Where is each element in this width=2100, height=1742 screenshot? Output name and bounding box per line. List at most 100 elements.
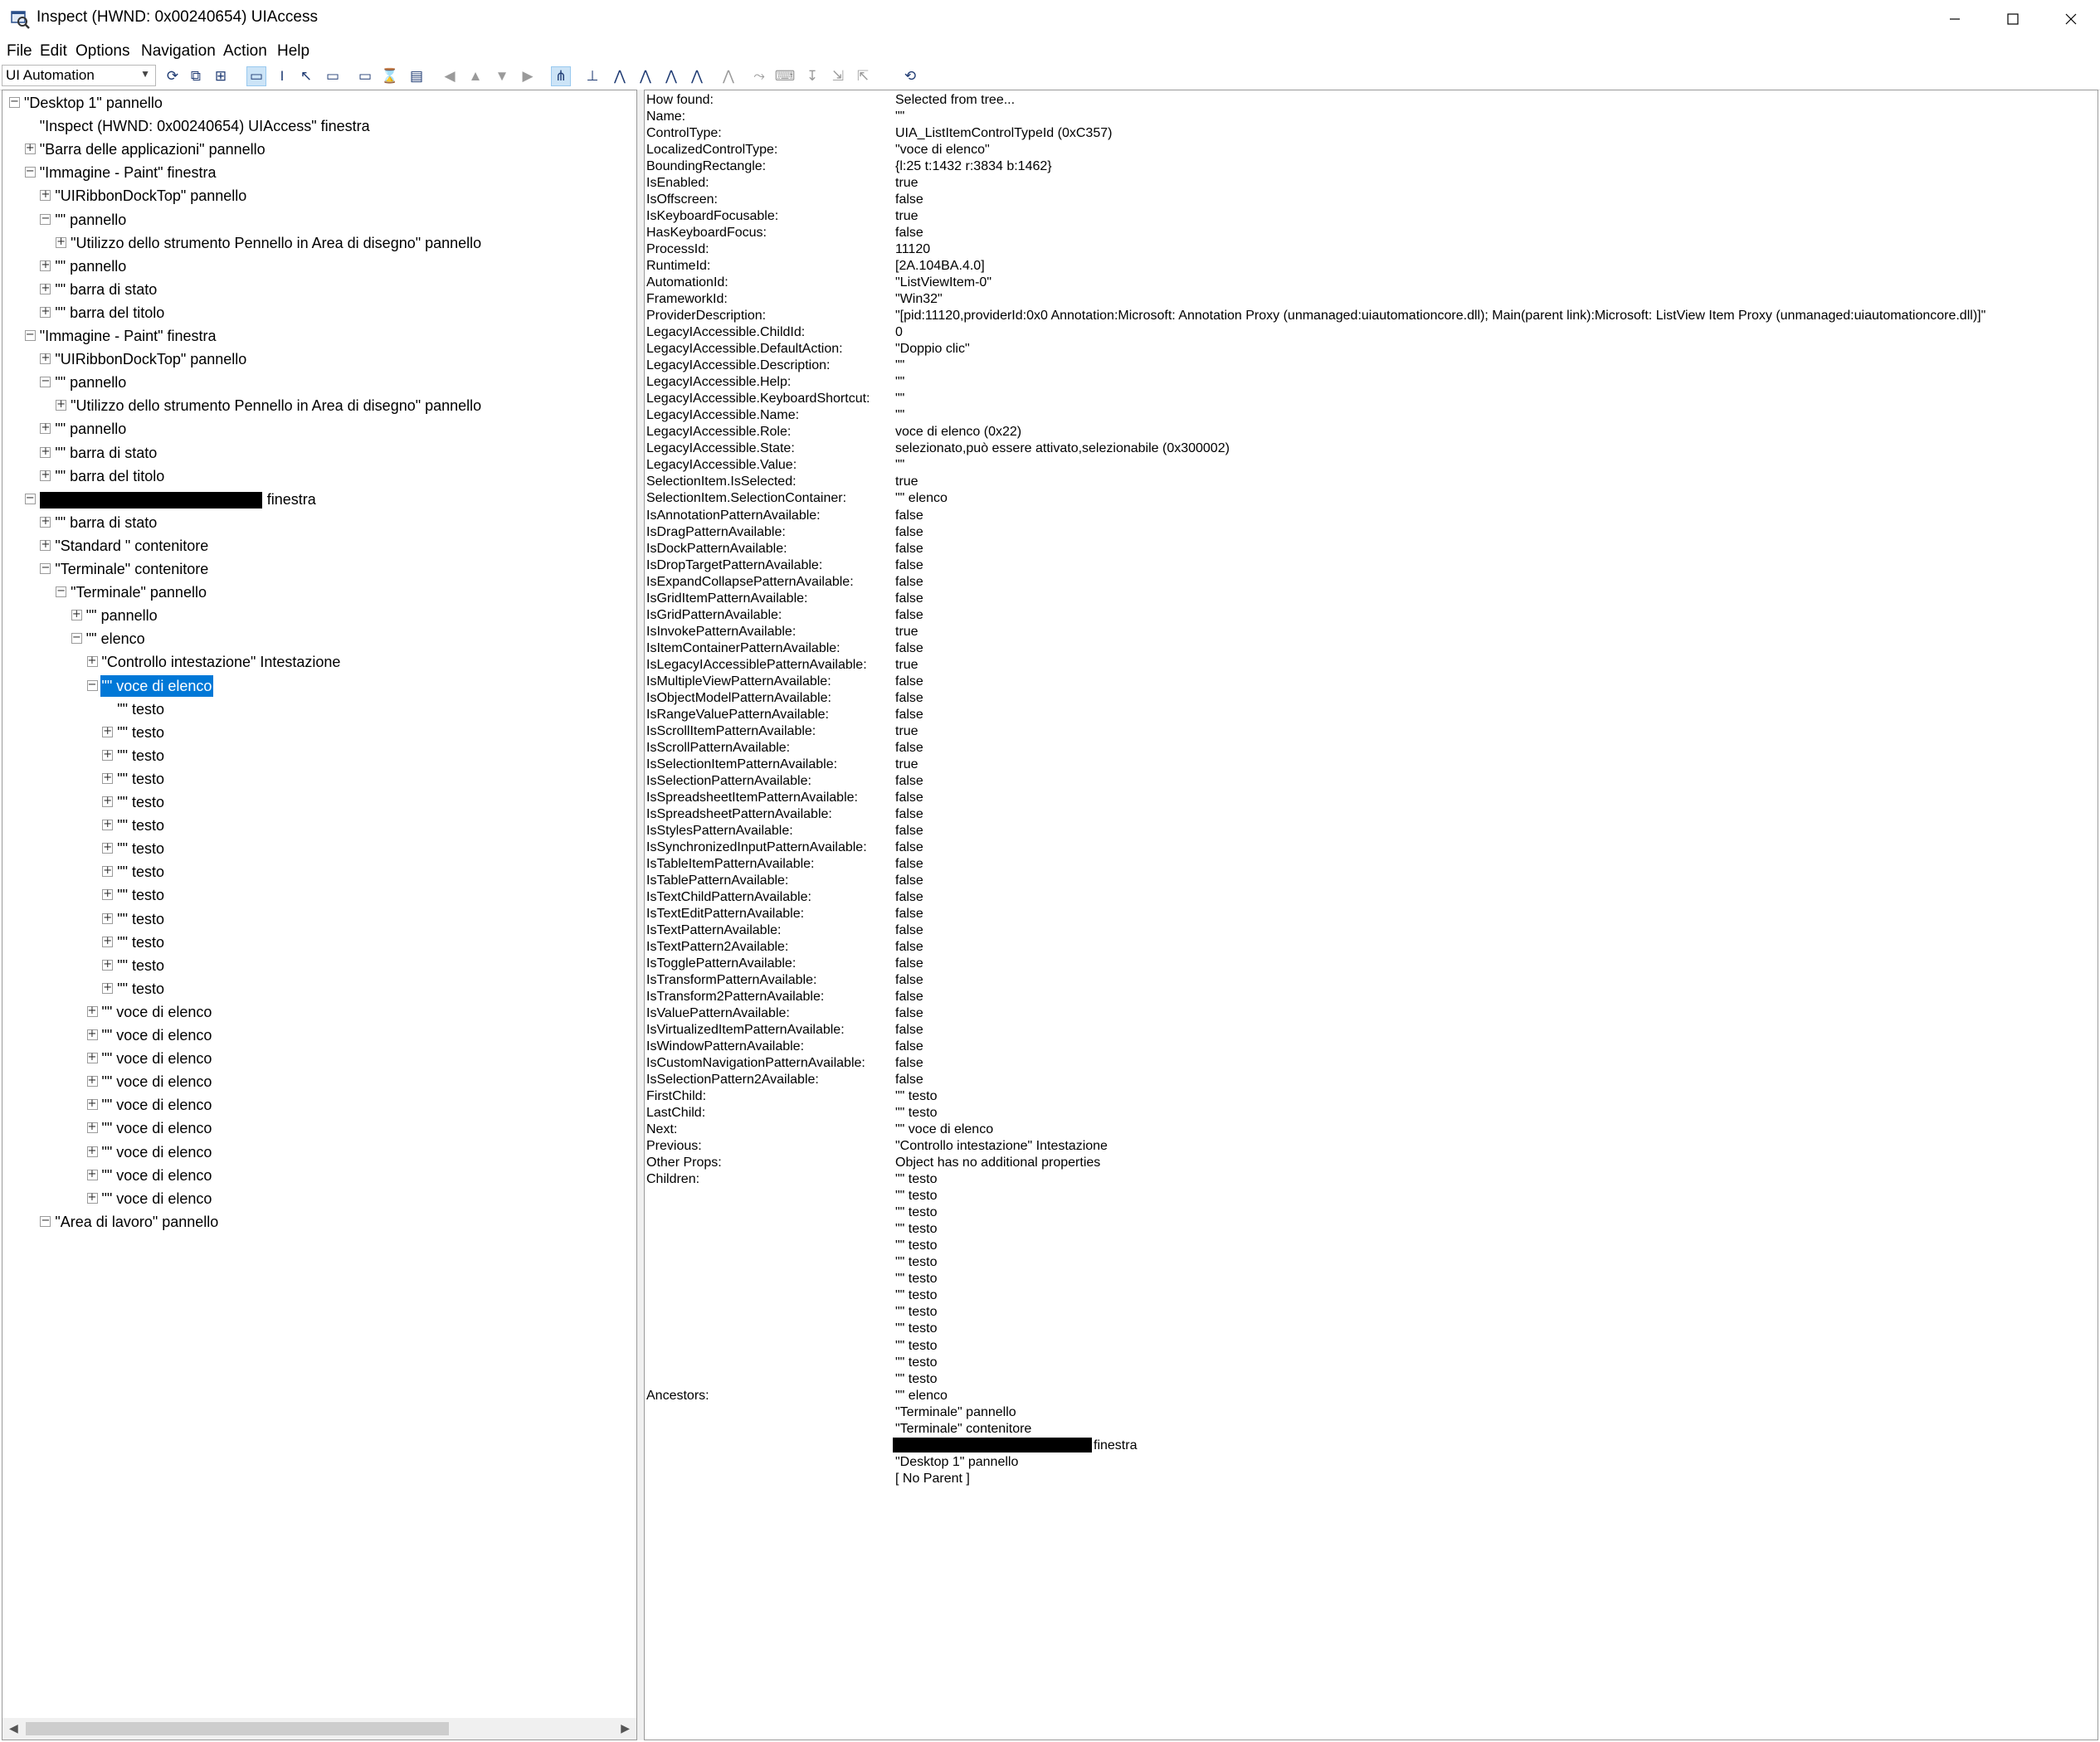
expand-icon[interactable]: + <box>102 982 114 994</box>
first-icon[interactable]: ⋀ <box>610 66 630 86</box>
expand-icon[interactable]: + <box>102 842 114 854</box>
pane-splitter[interactable] <box>637 90 644 1740</box>
next-sibling-icon[interactable]: ▶ <box>518 66 538 86</box>
expand-icon[interactable]: + <box>102 959 114 971</box>
expand-icon[interactable]: + <box>102 865 114 878</box>
expand-icon[interactable]: + <box>86 1029 98 1040</box>
collapse-icon[interactable]: − <box>56 586 67 598</box>
property-name: ProcessId: <box>646 242 709 257</box>
tree-node-label: "" pannello <box>85 607 158 625</box>
back-icon[interactable]: ◀ <box>440 66 460 86</box>
scroll-right-icon[interactable]: ▶ <box>621 1721 630 1735</box>
focus-icon[interactable]: ↧ <box>802 66 822 86</box>
menu-help[interactable]: Help <box>277 42 309 61</box>
expand-icon[interactable]: + <box>86 1098 98 1111</box>
expand-icon[interactable]: + <box>86 1052 98 1064</box>
expand-icon[interactable]: + <box>102 796 114 807</box>
next-icon[interactable]: ⋀ <box>661 66 681 86</box>
copy-icon[interactable]: ⧉ <box>186 66 206 86</box>
root-icon[interactable]: ⋀ <box>719 66 738 86</box>
scrollbar-thumb[interactable] <box>26 1722 449 1735</box>
expand-icon[interactable]: + <box>40 446 51 458</box>
expand-icon[interactable]: + <box>102 912 114 924</box>
keyboard-icon[interactable]: ⌨ <box>775 66 796 86</box>
expand-icon[interactable]: + <box>102 772 114 784</box>
expand-icon[interactable]: ⇲ <box>828 66 848 86</box>
watch-cursor-icon[interactable]: ↖ <box>296 66 316 86</box>
menu-navigation[interactable]: Navigation <box>141 42 216 61</box>
expand-icon[interactable]: + <box>40 283 51 294</box>
expand-icon[interactable]: + <box>86 1005 98 1017</box>
mode-select[interactable]: UI Automation ▼ <box>2 65 156 86</box>
expand-icon[interactable]: + <box>102 888 114 901</box>
ancestor-icon[interactable]: ⊥ <box>582 66 602 86</box>
copy-tree-icon[interactable]: ⊞ <box>211 66 231 86</box>
expand-icon[interactable]: + <box>86 1146 98 1157</box>
property-value: true <box>895 176 918 191</box>
properties-pane[interactable]: How found: Selected from tree... Name: "" Co… <box>644 90 2098 1740</box>
watch-focus-icon[interactable]: ▭ <box>246 66 266 86</box>
show-rectangle-icon[interactable]: ⌛ <box>380 66 400 86</box>
redacted-block <box>893 1438 1092 1453</box>
menu-file[interactable]: File <box>7 42 32 61</box>
expand-icon[interactable]: + <box>102 936 114 947</box>
expand-icon[interactable]: + <box>40 516 51 528</box>
collapse-icon[interactable]: − <box>24 329 36 341</box>
expand-icon[interactable]: + <box>86 1122 98 1134</box>
expand-icon[interactable]: + <box>40 470 51 481</box>
expand-icon[interactable]: + <box>40 353 51 365</box>
expand-icon[interactable]: + <box>71 609 82 621</box>
first-child-icon[interactable]: ▼ <box>492 66 512 86</box>
show-highlight-icon[interactable]: ▭ <box>355 66 375 86</box>
expand-icon[interactable]: + <box>102 749 114 761</box>
collapse-icon[interactable]: ⇱ <box>853 66 873 86</box>
maximize-button[interactable] <box>1984 0 2042 38</box>
refresh-tree-icon[interactable]: ⟲ <box>900 66 920 86</box>
menu-options[interactable]: Options <box>76 42 129 61</box>
expand-icon[interactable]: + <box>40 539 51 551</box>
expand-icon[interactable]: + <box>102 726 114 737</box>
collapse-icon[interactable]: − <box>40 213 51 225</box>
expand-icon[interactable]: + <box>56 399 67 411</box>
collapse-icon[interactable]: − <box>24 493 36 504</box>
menu-edit[interactable]: Edit <box>40 42 67 61</box>
minimize-button[interactable] <box>1926 0 1984 38</box>
menu-action[interactable]: Action <box>223 42 267 61</box>
collapse-icon[interactable]: − <box>40 376 51 388</box>
tree-view-icon[interactable]: ⋔ <box>551 66 571 86</box>
expand-icon[interactable]: + <box>86 1075 98 1088</box>
collapse-icon[interactable]: − <box>9 96 20 108</box>
collapse-icon[interactable]: − <box>40 1215 51 1227</box>
expand-icon[interactable]: + <box>40 260 51 271</box>
expand-icon[interactable]: + <box>40 422 51 435</box>
prev-icon[interactable]: ⋀ <box>636 66 655 86</box>
scroll-left-icon[interactable]: ◀ <box>9 1721 18 1735</box>
property-name: LegacyIAccessible.Role: <box>646 425 792 440</box>
last-icon[interactable]: ⋀ <box>687 66 707 86</box>
watch-tooltip-icon[interactable]: ▭ <box>323 66 343 86</box>
expand-icon[interactable]: + <box>24 143 36 155</box>
property-name: IsTextEditPatternAvailable: <box>646 906 805 921</box>
expand-icon[interactable]: + <box>86 1192 98 1204</box>
expand-icon[interactable]: + <box>40 189 51 202</box>
mouse-icon[interactable]: ⤳ <box>749 66 769 86</box>
expand-icon[interactable]: + <box>86 1169 98 1180</box>
collapse-icon[interactable]: − <box>86 679 98 691</box>
property-value: "" testo <box>895 1238 938 1253</box>
expand-icon[interactable]: + <box>102 819 114 831</box>
close-button[interactable] <box>2042 0 2100 38</box>
property-value: "" elenco <box>895 491 948 506</box>
watch-caret-icon[interactable]: I <box>272 66 292 86</box>
parent-icon[interactable]: ▲ <box>465 66 485 86</box>
collapse-icon[interactable]: − <box>24 166 36 178</box>
collapse-icon[interactable]: − <box>40 562 51 574</box>
element-tree[interactable]: − "Desktop 1" pannello "Inspect (HWND: 0x0… <box>2 90 637 1740</box>
tree-node-label: "" voce di elenco <box>101 1143 212 1161</box>
refresh-icon[interactable]: ⟳ <box>163 66 183 86</box>
show-textpattern-icon[interactable]: ▤ <box>407 66 426 86</box>
horizontal-scrollbar[interactable]: ◀ ▶ <box>2 1718 636 1740</box>
expand-icon[interactable]: + <box>40 306 51 318</box>
collapse-icon[interactable]: − <box>71 632 82 645</box>
expand-icon[interactable]: + <box>86 655 98 668</box>
expand-icon[interactable]: + <box>56 236 67 248</box>
